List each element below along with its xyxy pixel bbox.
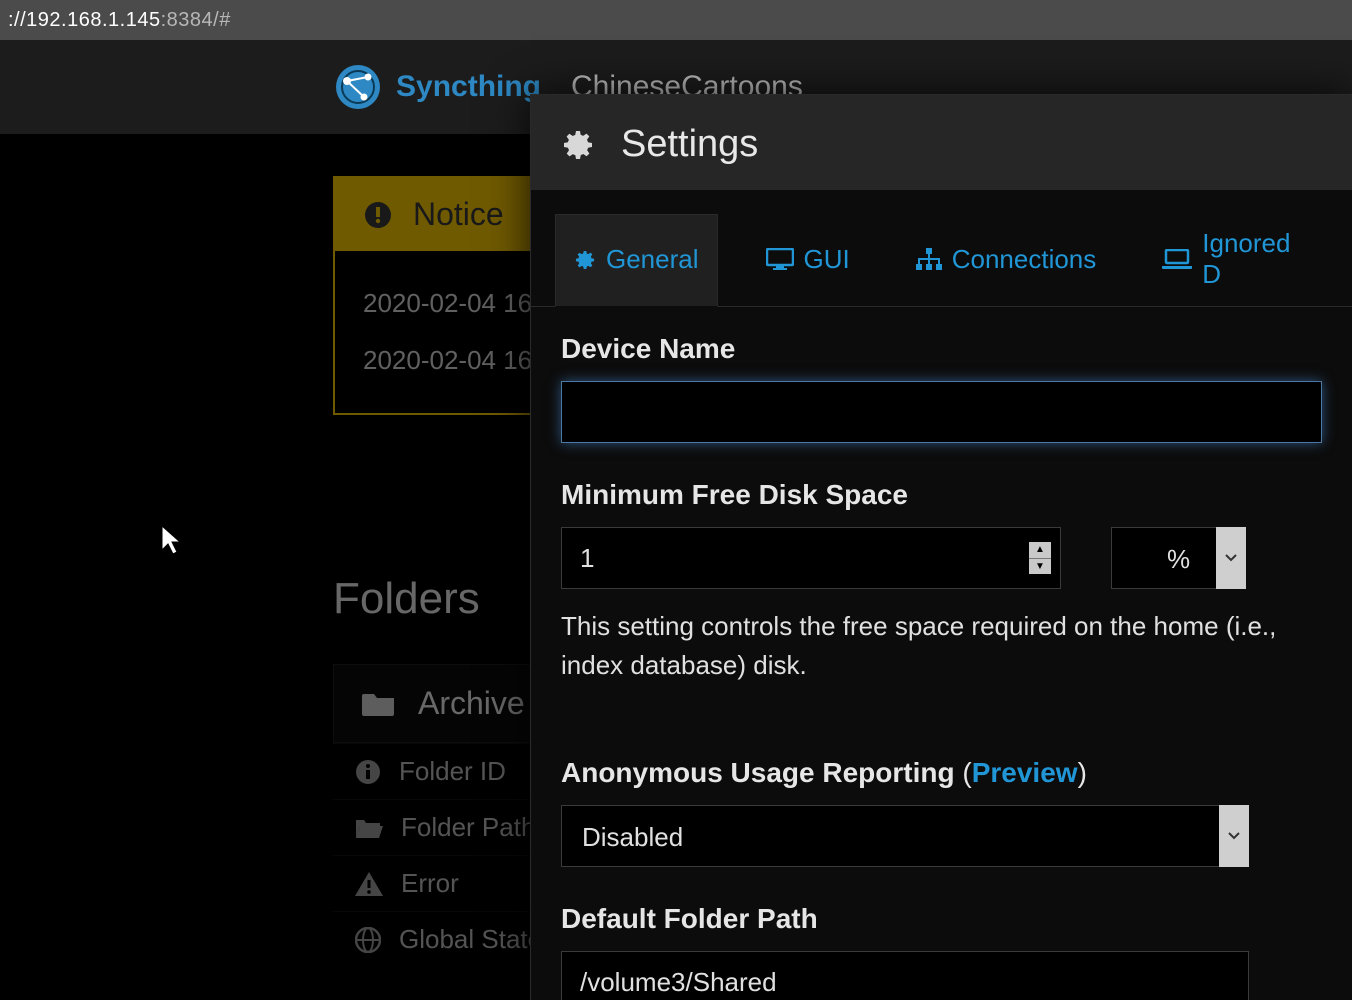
tab-general[interactable]: General [555, 214, 718, 307]
syncthing-logo-icon [334, 63, 382, 111]
folder-row-label: Global State [399, 924, 542, 955]
default-folder-path-label: Default Folder Path [561, 903, 1322, 935]
browser-address-bar[interactable]: ://192.168.1.145:8384/# [0, 0, 1352, 40]
info-circle-icon [355, 759, 381, 785]
desktop-icon [766, 248, 794, 270]
usage-reporting-label: Anonymous Usage Reporting (Preview) [561, 757, 1322, 789]
exclamation-circle-icon [363, 200, 393, 230]
default-folder-path-input[interactable] [561, 951, 1249, 1000]
device-name-input[interactable] [561, 381, 1322, 443]
tab-label: General [606, 244, 699, 275]
modal-title: Settings [621, 123, 758, 166]
notice-title: Notice [413, 196, 504, 233]
brand-text: Syncthing [396, 70, 541, 104]
folder-row-label: Folder Path [401, 812, 535, 843]
min-free-space-label: Minimum Free Disk Space [561, 479, 1322, 511]
globe-icon [355, 927, 381, 953]
gear-icon [561, 128, 595, 162]
settings-modal: Settings General GUI Connections Ignored… [530, 94, 1352, 1000]
min-free-space-help: This setting controls the free space req… [561, 607, 1322, 685]
min-free-space-input[interactable] [561, 527, 1061, 589]
select-dropdown-button[interactable] [1219, 805, 1249, 867]
folder-row-label: Error [401, 868, 459, 899]
device-name-label: Device Name [561, 333, 1322, 365]
brand[interactable]: Syncthing [334, 63, 541, 111]
chevron-up-icon: ▲ [1029, 542, 1051, 559]
warning-icon [355, 872, 383, 896]
gear-icon [574, 249, 596, 271]
tab-gui[interactable]: GUI [748, 214, 868, 306]
chevron-down-icon: ▼ [1029, 559, 1051, 575]
chevron-down-icon [1228, 832, 1240, 840]
usage-preview-link[interactable]: Preview [972, 757, 1078, 788]
tab-connections[interactable]: Connections [898, 214, 1115, 306]
sitemap-icon [916, 248, 942, 270]
modal-header: Settings [531, 95, 1352, 190]
chevron-down-icon [1225, 554, 1237, 562]
folder-icon [362, 690, 396, 718]
folder-open-icon [355, 817, 383, 839]
folders-heading: Folders [333, 574, 480, 624]
tab-ignored-devices[interactable]: Ignored D [1144, 214, 1328, 306]
settings-tabs: General GUI Connections Ignored D [531, 190, 1352, 307]
mouse-cursor-icon [160, 524, 184, 556]
tab-label: GUI [804, 244, 850, 275]
number-stepper[interactable]: ▲ ▼ [1029, 542, 1051, 574]
url-text: ://192.168.1.145:8384/# [8, 9, 231, 32]
tab-label: Ignored D [1202, 228, 1310, 290]
select-dropdown-button[interactable] [1216, 527, 1246, 589]
folder-row-label: Folder ID [399, 756, 506, 787]
folder-name: Archive [418, 685, 525, 722]
settings-form: Device Name Minimum Free Disk Space ▲ ▼ … [531, 307, 1352, 1000]
tab-label: Connections [952, 244, 1097, 275]
usage-reporting-select[interactable]: Disabled [561, 805, 1249, 867]
laptop-icon [1162, 249, 1192, 269]
